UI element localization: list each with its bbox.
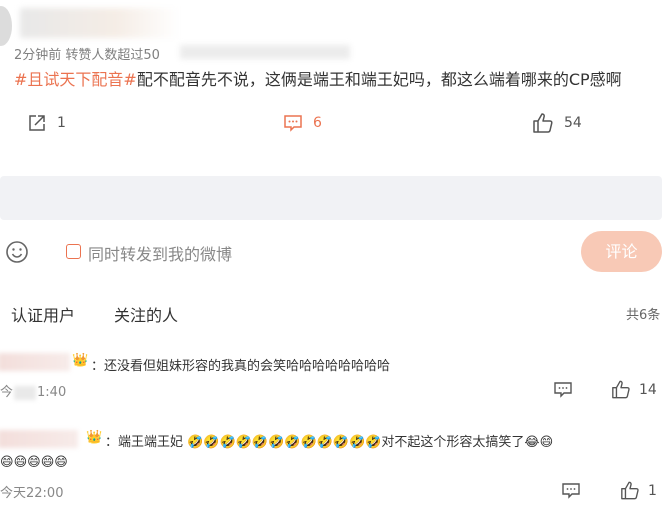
post-body: #且试天下配音#配不配音先不说，这俩是端王和端王妃吗，都这么端着哪来的CP感啊 [14,66,622,90]
grin-emoji-icon: 😄 [40,455,55,470]
rofl-emoji-icon: 🤣 [284,435,301,450]
comment-input[interactable] [0,176,662,220]
rofl-emoji-icon: 🤣 [235,435,252,450]
grin-emoji-icon: 😄 [0,455,14,470]
comment-icon [284,115,302,132]
laughing-emoji-icon: 😂 [524,435,540,450]
hashtag-link[interactable]: #且试天下配音# [14,70,137,89]
rofl-emoji-icon: 🤣 [219,435,236,450]
post-meta: 2分钟前 转赞人数超过50 [14,48,160,63]
comment-like-button[interactable]: 14 [611,380,657,399]
comment-like-count: 1 [648,482,657,499]
emoji-icon[interactable] [5,240,29,264]
comment-total: 共6条 [626,308,661,323]
filter-verified-users[interactable]: 认证用户 [11,302,75,326]
comment-time: 今天22:00 [0,486,64,501]
rofl-emoji-icon: 🤣 [365,435,382,450]
reply-icon[interactable] [561,482,581,500]
comment-like-count: 14 [639,381,657,398]
grin-emoji-icon: 😄 [13,455,28,470]
comment-button[interactable]: 6 [283,113,322,133]
commenter-name-redacted[interactable] [0,353,70,371]
comment-text: ：还没看但姐妹形容的我真的会笑哈哈哈哈哈哈哈哈 [91,359,391,374]
crown-badge-icon: 👑 [72,353,89,368]
thumbs-up-icon [612,380,630,399]
thumbs-up-icon [533,113,553,133]
reply-icon[interactable] [553,381,573,399]
comment-like-button[interactable]: 1 [620,481,657,500]
commenter-name-redacted[interactable] [0,430,78,448]
grin-emoji-icon: 😄 [539,435,554,450]
comment-time: 今 1:40 [0,385,67,400]
rofl-emoji-icon: 🤣 [349,435,366,450]
thumbs-up-icon [621,481,639,500]
repost-button[interactable]: 1 [27,113,66,133]
post-meta-redacted [180,45,350,59]
rofl-emoji-icon: 🤣 [268,435,285,450]
rofl-emoji-icon: 🤣 [332,435,350,450]
like-count: 54 [564,115,582,131]
repost-count: 1 [57,115,66,131]
post-text: 配不配音先不说，这俩是端王和端王妃吗，都这么端着哪来的CP感啊 [136,70,622,89]
crown-badge-icon: 👑 [86,430,103,445]
rofl-emoji-icon: 🤣 [187,435,204,450]
rofl-emoji-icon: 🤣 [251,435,269,450]
post-author-name-redacted[interactable] [20,8,180,38]
rofl-emoji-icon: 🤣 [203,435,220,450]
forward-checkbox[interactable] [66,244,81,259]
comment-text-continued: 😄😄😄😄😄 [0,455,68,470]
submit-comment-button[interactable]: 评论 [581,231,662,272]
grin-emoji-icon: 😄 [27,455,41,470]
grin-emoji-icon: 😄 [54,455,68,470]
rofl-emoji-icon: 🤣 [300,435,317,450]
post-author-avatar[interactable] [0,6,12,46]
filter-following[interactable]: 关注的人 [114,302,178,326]
comment-text: ：端王端王妃 🤣🤣🤣🤣🤣🤣🤣🤣🤣🤣🤣🤣对不起这个形容太搞笑了😂😄 [105,435,554,450]
comment-count: 6 [313,115,322,131]
like-button[interactable]: 54 [532,113,582,133]
rofl-emoji-icon: 🤣 [316,435,333,450]
forward-label[interactable]: 同时转发到我的微博 [88,241,232,265]
repost-icon [29,115,45,131]
